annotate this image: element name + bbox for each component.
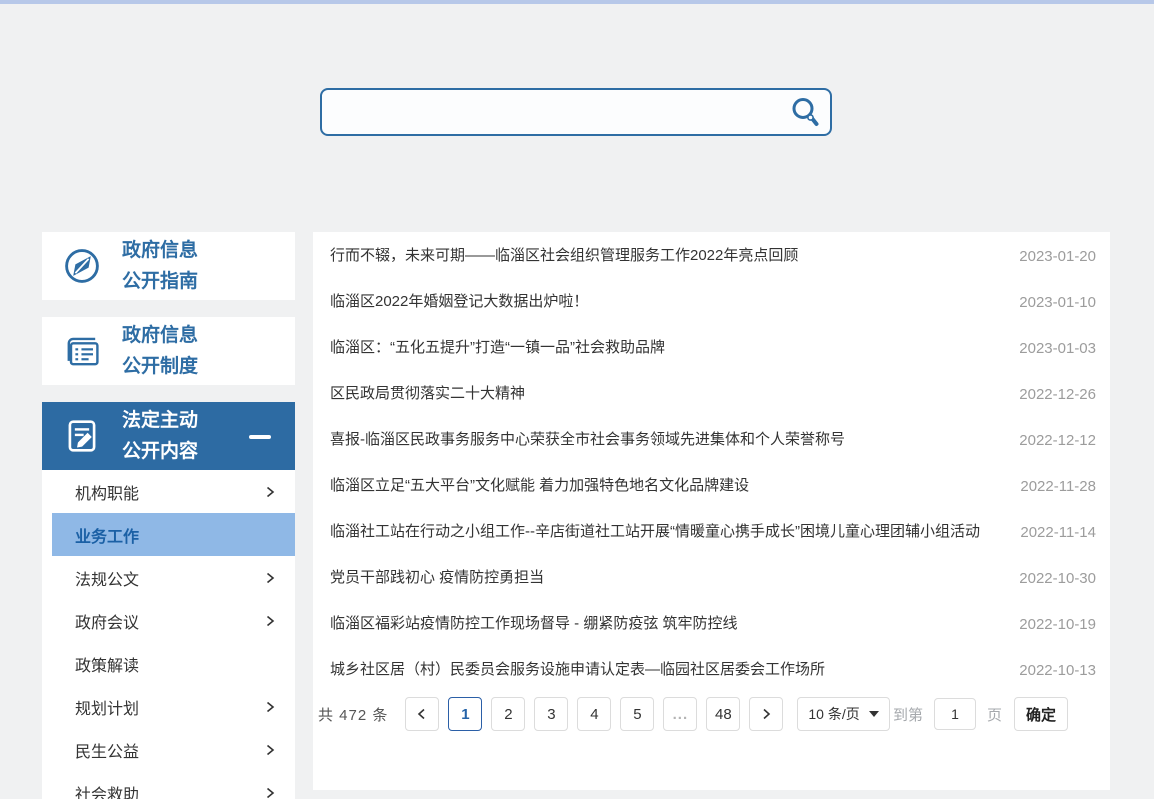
list-item: 区民政局贯彻落实二十大精神 2022-12-26 xyxy=(330,371,1096,417)
search-bar xyxy=(320,88,832,136)
menu-item-business-work[interactable]: 业务工作 xyxy=(52,513,295,556)
search-icon xyxy=(792,98,819,126)
goto-suffix-label: 页 xyxy=(986,706,1002,724)
top-accent-bar xyxy=(0,0,1154,4)
sidebar-item-gov-info-system[interactable]: 政府信息 公开制度 xyxy=(42,317,295,385)
list-item: 行而不辍，未来可期——临淄区社会组织管理服务工作2022年亮点回顾 2023-0… xyxy=(330,233,1096,279)
page-size-label: 10 条/页 xyxy=(808,706,860,722)
chevron-right-icon xyxy=(263,485,277,499)
page-button-2[interactable]: 2 xyxy=(491,697,526,731)
article-date: 2023-01-03 xyxy=(1019,339,1096,357)
prev-page-button[interactable] xyxy=(405,697,440,731)
chevron-down-icon xyxy=(868,711,879,722)
list-item: 临淄社工站在行动之小组工作--辛店街道社工站开展“情暖童心携手成长”困境儿童心理… xyxy=(330,509,1096,555)
page-size-select[interactable]: 10 条/页 xyxy=(797,697,890,731)
chevron-right-icon xyxy=(263,614,277,628)
chevron-right-icon xyxy=(263,786,277,799)
next-page-button[interactable] xyxy=(749,697,784,731)
menu-item-organization[interactable]: 机构职能 xyxy=(42,470,295,513)
menu-item-regulations[interactable]: 法规公文 xyxy=(42,556,295,599)
article-date: 2022-10-30 xyxy=(1019,569,1096,587)
chevron-right-icon xyxy=(263,700,277,714)
page-button-5[interactable]: 5 xyxy=(620,697,655,731)
article-date: 2023-01-20 xyxy=(1019,247,1096,265)
page: 政府信息 公开指南 政府信息 公开制度 法定主动 公开内容 机构职能 业务工作 … xyxy=(0,0,1154,799)
article-link[interactable]: 临淄区福彩站疫情防控工作现场督导 - 绷紧防疫弦 筑牢防控线 xyxy=(330,601,1019,647)
page-button-48[interactable]: 48 xyxy=(706,697,741,731)
search-button[interactable] xyxy=(780,90,830,134)
menu-item-planning[interactable]: 规划计划 xyxy=(42,685,295,728)
article-date: 2022-11-14 xyxy=(1020,523,1096,541)
clipboard-pen-icon xyxy=(42,414,122,458)
sidebar-item-label: 法定主动 公开内容 xyxy=(122,410,199,462)
sidebar-item-label: 政府信息 公开制度 xyxy=(122,325,199,377)
chevron-right-icon xyxy=(763,708,771,720)
article-link[interactable]: 喜报-临淄区民政事务服务中心荣获全市社会事务领域先进集体和个人荣誉称号 xyxy=(330,417,1019,463)
article-list: 行而不辍，未来可期——临淄区社会组织管理服务工作2022年亮点回顾 2023-0… xyxy=(313,232,1110,693)
page-button-3[interactable]: 3 xyxy=(534,697,569,731)
list-item: 临淄区：“五化五提升”打造“一镇一品”社会救助品牌 2023-01-03 xyxy=(330,325,1096,371)
chevron-left-icon xyxy=(418,708,425,720)
page-button-1[interactable]: 1 xyxy=(448,697,483,731)
article-date: 2022-11-28 xyxy=(1020,477,1096,495)
list-item: 临淄区立足“五大平台”文化赋能 着力加强特色地名文化品牌建设 2022-11-2… xyxy=(330,463,1096,509)
sidebar: 政府信息 公开指南 政府信息 公开制度 法定主动 公开内容 机构职能 业务工作 … xyxy=(42,232,295,799)
article-link[interactable]: 临淄社工站在行动之小组工作--辛店街道社工站开展“情暖童心携手成长”困境儿童心理… xyxy=(330,509,1020,555)
chevron-right-icon xyxy=(263,571,277,585)
total-count: 共 472 条 xyxy=(318,706,389,724)
minus-icon[interactable] xyxy=(249,435,271,439)
sidebar-item-statutory-disclosure[interactable]: 法定主动 公开内容 xyxy=(42,402,295,470)
article-date: 2022-12-12 xyxy=(1019,431,1096,449)
list-item: 党员干部践初心 疫情防控勇担当 2022-10-30 xyxy=(330,555,1096,601)
list-item: 临淄区2022年婚姻登记大数据出炉啦！ 2023-01-10 xyxy=(330,279,1096,325)
pagination: 共 472 条 1 2 3 4 5 ... 48 10 条/页 到第 1 页 确… xyxy=(318,694,1096,734)
article-link[interactable]: 区民政局贯彻落实二十大精神 xyxy=(330,371,1019,417)
article-date: 2022-10-13 xyxy=(1019,661,1096,679)
article-list-panel: 行而不辍，未来可期——临淄区社会组织管理服务工作2022年亮点回顾 2023-0… xyxy=(313,232,1110,790)
page-ellipsis-button[interactable]: ... xyxy=(663,697,698,731)
article-link[interactable]: 城乡社区居（村）民委员会服务设施申请认定表—临园社区居委会工作场所 xyxy=(330,647,1019,693)
article-date: 2023-01-10 xyxy=(1019,293,1096,311)
article-link[interactable]: 党员干部践初心 疫情防控勇担当 xyxy=(330,555,1019,601)
sidebar-item-gov-info-guide[interactable]: 政府信息 公开指南 xyxy=(42,232,295,300)
goto-page-input[interactable] xyxy=(933,698,976,730)
menu-item-social-assistance[interactable]: 社会救助 xyxy=(42,771,295,799)
list-item: 城乡社区居（村）民委员会服务设施申请认定表—临园社区居委会工作场所 2022-1… xyxy=(330,647,1096,693)
sidebar-submenu: 机构职能 业务工作 法规公文 政府会议 政策解读 规划计划 民生公益 社会救助 xyxy=(42,470,295,799)
menu-item-policy-interpretation[interactable]: 政策解读 xyxy=(42,642,295,685)
sidebar-item-label: 政府信息 公开指南 xyxy=(122,240,199,292)
page-button-4[interactable]: 4 xyxy=(577,697,612,731)
goto-confirm-button[interactable]: 确定 xyxy=(1013,697,1068,731)
list-item: 喜报-临淄区民政事务服务中心荣获全市社会事务领域先进集体和个人荣誉称号 2022… xyxy=(330,417,1096,463)
article-link[interactable]: 临淄区：“五化五提升”打造“一镇一品”社会救助品牌 xyxy=(330,325,1019,371)
list-item: 临淄区福彩站疫情防控工作现场督导 - 绷紧防疫弦 筑牢防控线 2022-10-1… xyxy=(330,601,1096,647)
book-icon xyxy=(42,329,122,373)
menu-item-livelihood[interactable]: 民生公益 xyxy=(42,728,295,771)
menu-item-gov-meetings[interactable]: 政府会议 xyxy=(42,599,295,642)
article-link[interactable]: 临淄区立足“五大平台”文化赋能 着力加强特色地名文化品牌建设 xyxy=(330,463,1020,509)
article-date: 2022-12-26 xyxy=(1019,385,1096,403)
article-date: 2022-10-19 xyxy=(1019,615,1096,633)
search-input[interactable] xyxy=(322,90,780,134)
chevron-right-icon xyxy=(263,743,277,757)
compass-icon xyxy=(42,244,122,288)
goto-page-group: 到第 页 确定 xyxy=(893,697,1068,731)
goto-prefix-label: 到第 xyxy=(892,706,923,724)
article-link[interactable]: 行而不辍，未来可期——临淄区社会组织管理服务工作2022年亮点回顾 xyxy=(330,233,1019,279)
article-link[interactable]: 临淄区2022年婚姻登记大数据出炉啦！ xyxy=(330,279,1019,325)
